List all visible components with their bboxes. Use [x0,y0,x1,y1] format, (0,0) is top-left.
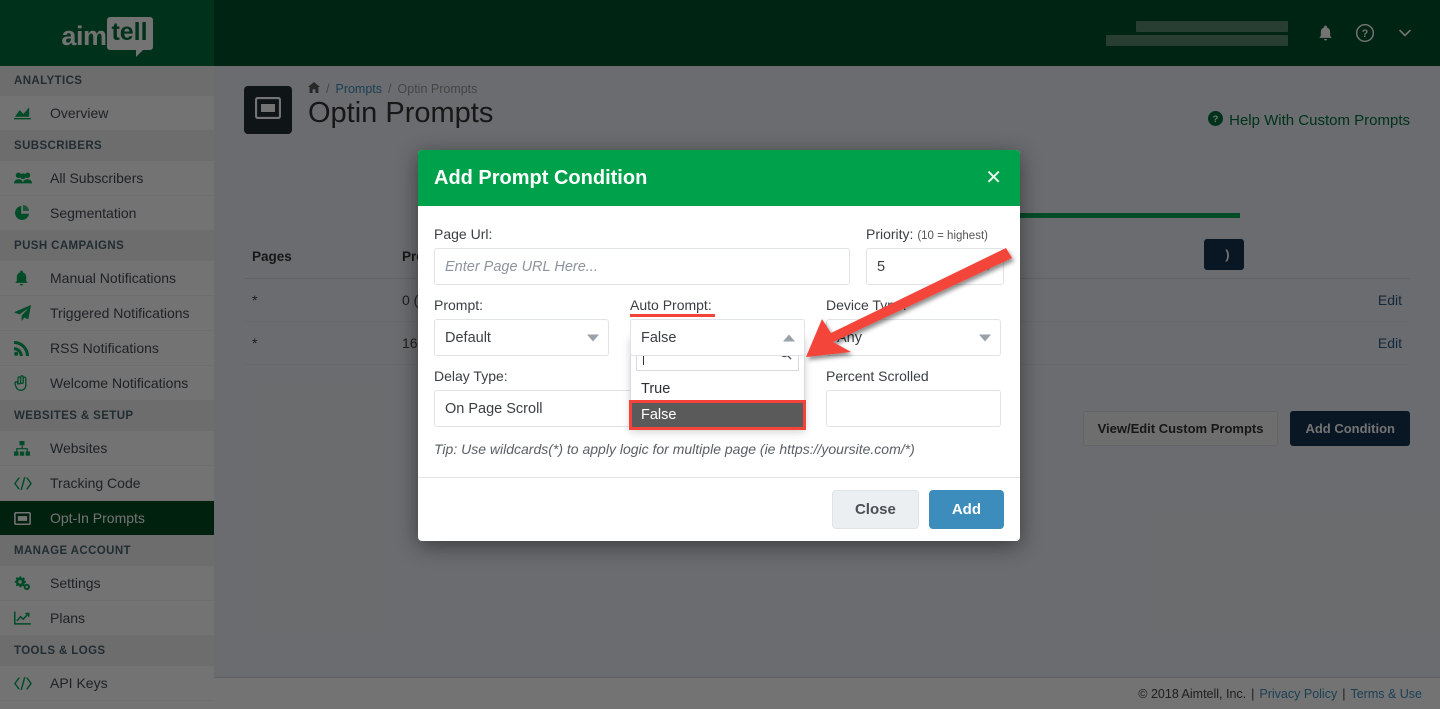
priority-value: 5 [877,259,885,275]
percent-scrolled-label: Percent Scrolled [826,368,1001,384]
app-root: aim tell ANALYTICSOverviewSUBSCRIBERSAll… [0,0,1440,709]
modal-footer: Close Add [418,477,1020,541]
prompt-field: Prompt: Default [434,297,609,356]
device-type-label: Device Type: [826,297,1001,313]
device-type-field: Device Type: Any [826,297,1001,356]
page-url-placeholder: Enter Page URL Here... [445,259,598,275]
close-button[interactable]: Close [832,490,919,529]
modal-body: Page Url: Enter Page URL Here... Priorit… [418,206,1020,477]
page-url-field: Page Url: Enter Page URL Here... [434,226,850,285]
priority-label: Priority: (10 = highest) [866,226,1004,242]
priority-field: Priority: (10 = highest) 5 [866,226,1004,285]
auto-prompt-option-false[interactable]: False [631,402,804,428]
form-row-prompt-auto-device: Prompt: Default Auto Prompt: False [434,297,1004,356]
percent-scrolled-field: Percent Scrolled [826,368,1001,427]
page-url-input[interactable]: Enter Page URL Here... [434,248,850,285]
modal-title: Add Prompt Condition [434,167,647,190]
device-type-select[interactable]: Any [826,319,1001,356]
delay-type-value: On Page Scroll [445,401,543,417]
page-url-label: Page Url: [434,226,850,242]
priority-select[interactable]: 5 [866,248,1004,285]
form-row-url-priority: Page Url: Enter Page URL Here... Priorit… [434,226,1004,285]
add-button[interactable]: Add [929,490,1004,529]
auto-prompt-select[interactable]: False [630,319,805,356]
auto-prompt-label: Auto Prompt: [630,297,805,313]
auto-prompt-value: False [641,330,676,346]
device-type-value: Any [837,330,862,346]
percent-scrolled-input[interactable] [826,390,1001,427]
chevron-down-icon [587,334,599,341]
chevron-up-icon [783,334,795,341]
chevron-down-icon [982,263,994,270]
prompt-select[interactable]: Default [434,319,609,356]
chevron-down-icon [979,334,991,341]
prompt-value: Default [445,330,491,346]
auto-prompt-option-true[interactable]: True [631,376,804,402]
auto-prompt-option-list: TrueFalse [631,376,804,428]
priority-label-text: Priority: [866,226,913,242]
add-prompt-condition-modal: Add Prompt Condition ✕ Page Url: Enter P… [418,150,1020,541]
modal-header: Add Prompt Condition ✕ [418,150,1020,206]
wildcard-tip: Tip: Use wildcards(*) to apply logic for… [434,441,1004,457]
priority-hint: (10 = highest) [917,230,988,242]
prompt-label: Prompt: [434,297,609,313]
auto-prompt-field: Auto Prompt: False TrueFalse [630,297,805,356]
close-icon[interactable]: ✕ [985,168,1002,188]
